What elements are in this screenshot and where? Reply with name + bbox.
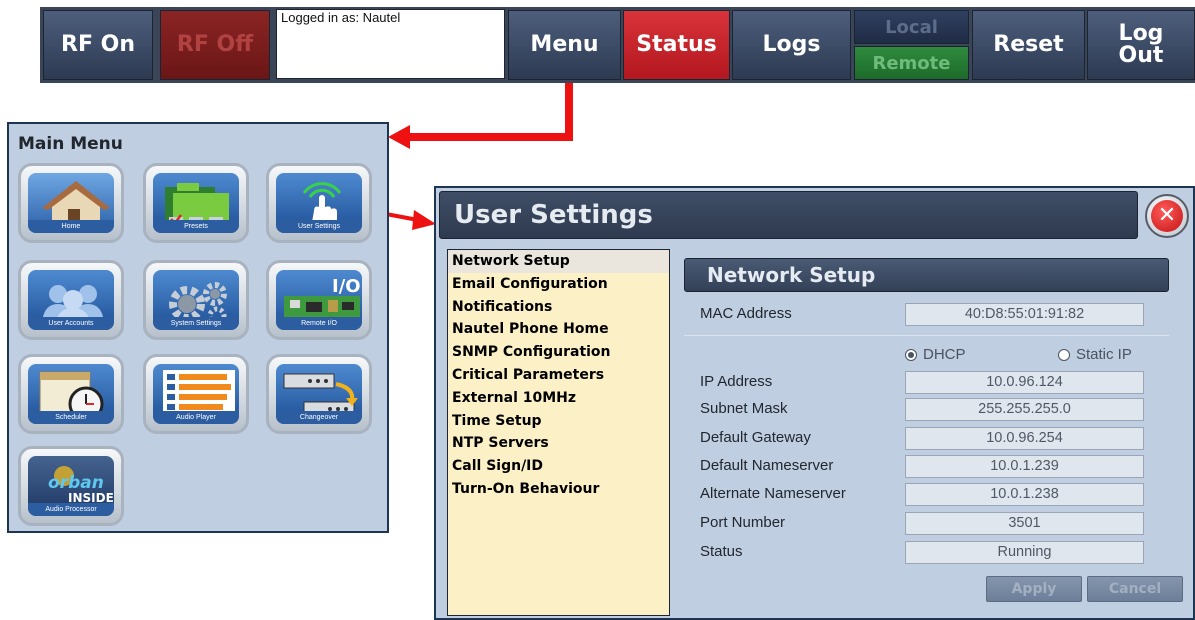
- user-settings-header: User Settings: [439, 191, 1138, 239]
- port-number-label: Port Number: [700, 514, 786, 531]
- ip-address-field[interactable]: 10.0.96.124: [905, 371, 1144, 394]
- radio-selected-icon: [905, 348, 917, 361]
- presets-menu-button[interactable]: Presets: [143, 163, 249, 243]
- list-item-notifications[interactable]: Notifications: [448, 296, 669, 319]
- arrow-left-icon: [388, 125, 410, 149]
- default-nameserver-field[interactable]: 10.0.1.239: [905, 455, 1144, 478]
- network-setup-header: Network Setup: [684, 258, 1169, 292]
- user-accounts-caption: User Accounts: [28, 317, 114, 330]
- user-settings-title: User Settings: [454, 200, 653, 230]
- changeover-menu-button[interactable]: Changeover: [266, 354, 372, 434]
- logout-label-line1: Log: [1118, 21, 1164, 46]
- home-caption: Home: [28, 220, 114, 233]
- list-item-ntp-servers[interactable]: NTP Servers: [448, 432, 669, 455]
- list-item-time-setup[interactable]: Time Setup: [448, 410, 669, 433]
- remote-io-caption: Remote I/O: [276, 317, 362, 330]
- status-button[interactable]: Status: [623, 10, 730, 80]
- divider: [684, 335, 1169, 336]
- scheduler-caption: Scheduler: [28, 411, 114, 424]
- list-item-email-configuration[interactable]: Email Configuration: [448, 273, 669, 296]
- system-settings-caption: System Settings: [153, 317, 239, 330]
- default-gateway-label: Default Gateway: [700, 429, 811, 446]
- port-number-field[interactable]: 3501: [905, 512, 1144, 535]
- logout-button[interactable]: Log Out: [1087, 10, 1195, 80]
- logged-in-box: Logged in as: Nautel: [276, 9, 505, 79]
- close-button[interactable]: ✕: [1145, 194, 1189, 238]
- ip-address-label: IP Address: [700, 373, 773, 390]
- subnet-mask-field[interactable]: 255.255.255.0: [905, 398, 1144, 421]
- static-ip-radio[interactable]: Static IP: [1058, 346, 1132, 363]
- list-item-critical-parameters[interactable]: Critical Parameters: [448, 364, 669, 387]
- rf-off-button[interactable]: RF Off: [160, 10, 270, 80]
- user-settings-window: User Settings ✕ Network Setup Email Conf…: [434, 186, 1195, 620]
- cancel-button[interactable]: Cancel: [1087, 576, 1183, 602]
- default-gateway-field[interactable]: 10.0.96.254: [905, 427, 1144, 450]
- remote-button[interactable]: Remote: [854, 46, 969, 80]
- list-item-nautel-phone-home[interactable]: Nautel Phone Home: [448, 318, 669, 341]
- main-menu-title: Main Menu: [18, 134, 123, 154]
- logged-in-label: Logged in as: Nautel: [281, 10, 401, 25]
- apply-button[interactable]: Apply: [986, 576, 1082, 602]
- mac-address-label: MAC Address: [700, 305, 792, 322]
- dhcp-label: DHCP: [923, 346, 966, 363]
- system-settings-menu-button[interactable]: System Settings: [143, 260, 249, 340]
- changeover-caption: Changeover: [276, 411, 362, 424]
- alternate-nameserver-field[interactable]: 10.0.1.238: [905, 483, 1144, 506]
- logs-button[interactable]: Logs: [732, 10, 851, 80]
- local-button[interactable]: Local: [854, 10, 969, 44]
- user-accounts-menu-button[interactable]: User Accounts: [18, 260, 124, 340]
- svg-text:I/O: I/O: [332, 276, 361, 297]
- user-settings-caption: User Settings: [276, 220, 362, 233]
- logout-label-line2: Out: [1118, 43, 1164, 68]
- list-item-turn-on-behaviour[interactable]: Turn-On Behaviour: [448, 478, 669, 501]
- subnet-mask-label: Subnet Mask: [700, 400, 788, 417]
- settings-list: Network Setup Email Configuration Notifi…: [447, 249, 670, 616]
- dhcp-radio[interactable]: DHCP: [905, 346, 966, 363]
- main-menu-panel: Main Menu Home Presets User Settings Use…: [7, 122, 389, 533]
- audio-player-menu-button[interactable]: Audio Player: [143, 354, 249, 434]
- radio-unselected-icon: [1058, 348, 1070, 361]
- reset-button[interactable]: Reset: [972, 10, 1085, 80]
- remote-io-menu-button[interactable]: I/O Remote I/O: [266, 260, 372, 340]
- status-field: Running: [905, 541, 1144, 564]
- home-menu-button[interactable]: Home: [18, 163, 124, 243]
- rf-on-button[interactable]: RF On: [43, 10, 153, 80]
- alternate-nameserver-label: Alternate Nameserver: [700, 485, 846, 502]
- status-label: Status: [700, 543, 743, 560]
- static-ip-label: Static IP: [1076, 346, 1132, 363]
- list-item-network-setup[interactable]: Network Setup: [448, 250, 669, 273]
- audio-processor-menu-button[interactable]: orban INSIDE Audio Processor: [18, 446, 124, 526]
- menu-button[interactable]: Menu: [508, 10, 621, 80]
- mac-address-field: 40:D8:55:01:91:82: [905, 303, 1144, 326]
- audio-player-caption: Audio Player: [153, 411, 239, 424]
- network-setup-title: Network Setup: [707, 263, 876, 287]
- default-nameserver-label: Default Nameserver: [700, 457, 834, 474]
- list-item-call-sign[interactable]: Call Sign/ID: [448, 455, 669, 478]
- top-toolbar: RF On RF Off Logged in as: Nautel Menu S…: [40, 7, 1195, 83]
- list-item-snmp-configuration[interactable]: SNMP Configuration: [448, 341, 669, 364]
- user-settings-menu-button[interactable]: User Settings: [266, 163, 372, 243]
- audio-processor-caption: Audio Processor: [28, 503, 114, 516]
- scheduler-menu-button[interactable]: Scheduler: [18, 354, 124, 434]
- presets-caption: Presets: [153, 220, 239, 233]
- connector-line: [406, 133, 573, 141]
- close-icon: ✕: [1151, 200, 1183, 232]
- list-item-external-10mhz[interactable]: External 10MHz: [448, 387, 669, 410]
- orban-logo-text: orban: [48, 473, 104, 493]
